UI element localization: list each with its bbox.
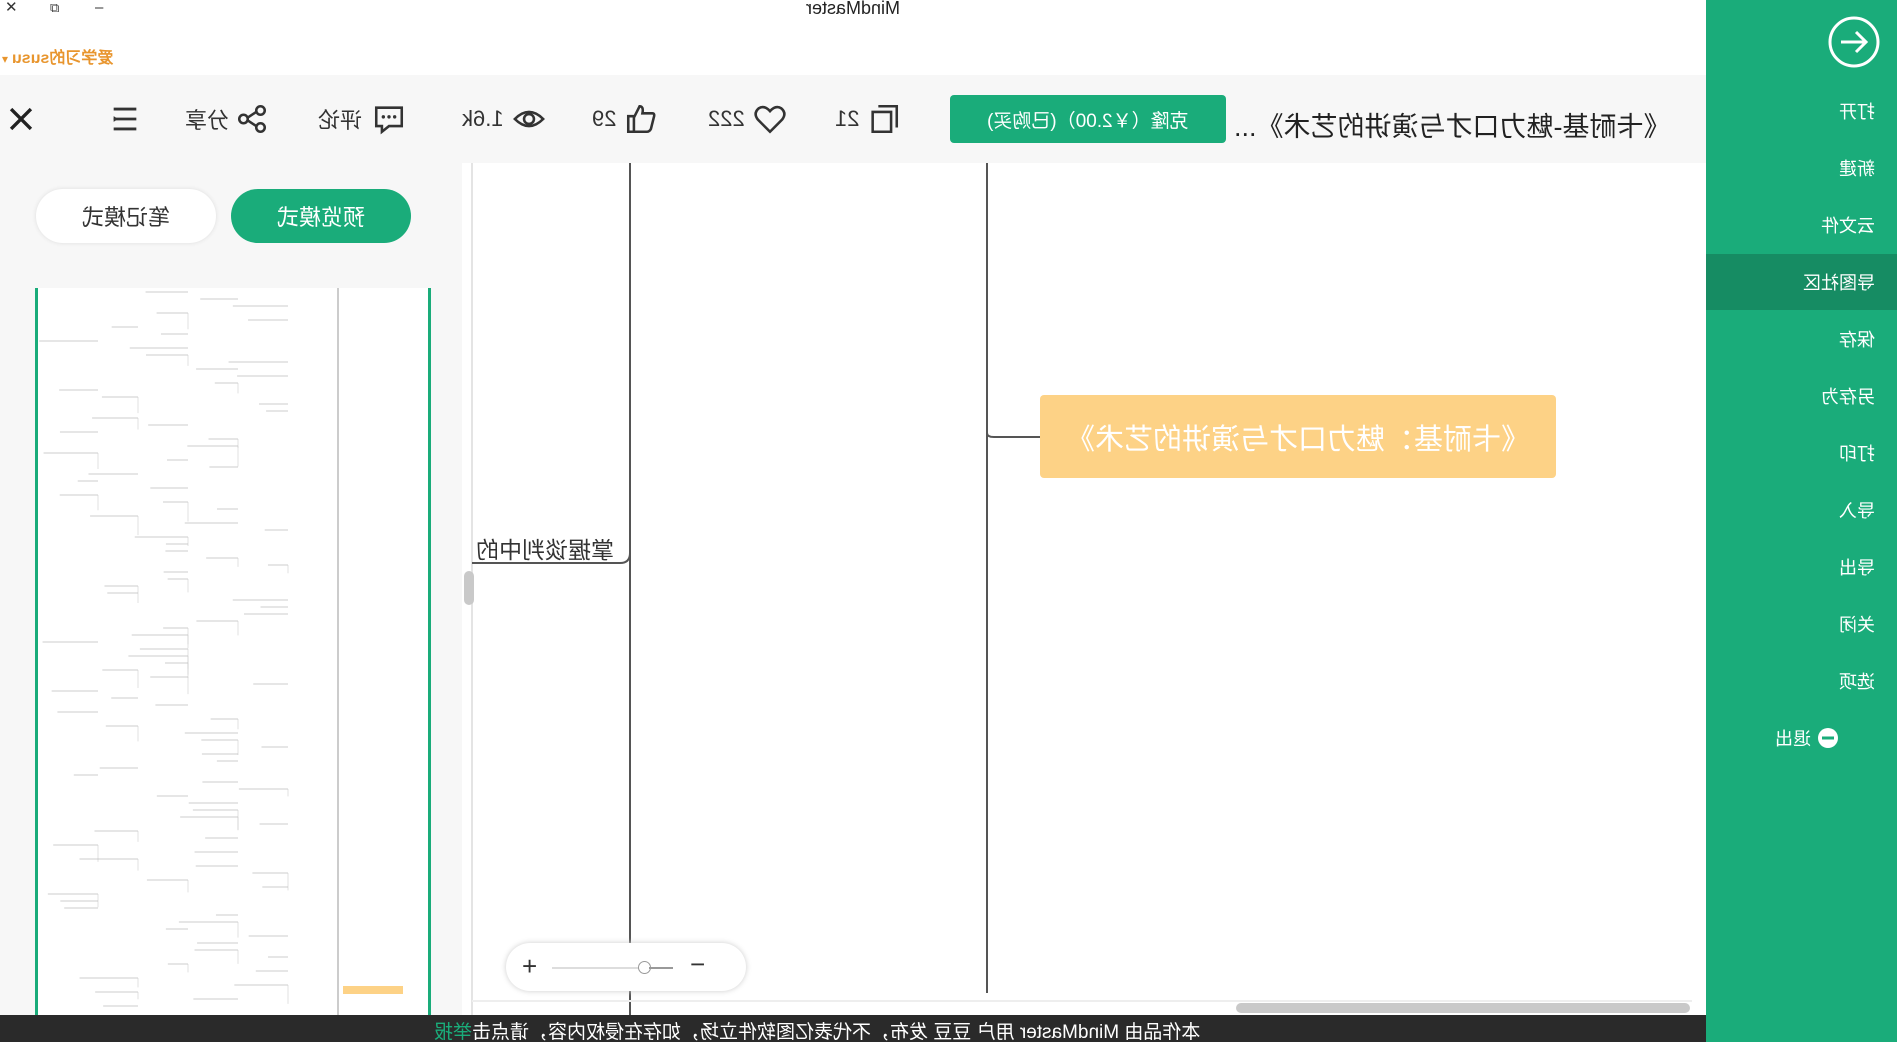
sidebar-item-label: 新建 [1839,159,1875,179]
sidebar-item[interactable]: 新建 [1706,140,1897,196]
share-button[interactable]: 分享 [185,101,269,137]
sidebar-item[interactable]: 云文件 [1706,197,1897,253]
user-menu[interactable]: ▾ 爱学习的susu [2,44,114,68]
footer-notice: 本作品由 MindMaster 用户 豆豆 发布，不代表亿图软件立场，如存在侵权… [0,1015,1706,1042]
share-icon [237,104,267,134]
comment-icon [374,106,404,135]
mindmap-thumbnail-image [39,288,403,1015]
report-link[interactable]: 举报 [434,1022,472,1042]
mindmap-canvas[interactable]: 掌握谈判中的 《卡耐基：魅力口才与演讲的艺术》 + − [462,163,1706,1015]
favorites-count: 222 [708,106,745,131]
thumbs-up-icon [627,104,656,134]
sidebar-item[interactable]: 导出 [1706,539,1897,595]
zoom-in-button[interactable]: + [522,951,537,982]
sidebar-item-label: 打开 [1839,102,1875,122]
note-mode-label: 笔记模式 [81,205,170,230]
sidebar-item[interactable]: 导入 [1706,482,1897,538]
app-title: MindMaster [805,0,901,18]
connector-lines [471,163,1692,1015]
menu-button[interactable] [108,101,142,137]
footer-text: 本作品由 MindMaster 用户 豆豆 发布，不代表亿图软件立场，如存在侵权… [472,1022,1201,1042]
copy-icon [871,104,899,134]
preview-mode-button[interactable]: 预览模式 [231,189,411,243]
share-label: 分享 [185,108,230,133]
views-stat: 1.6k [462,101,546,137]
toolbar: 分享 评论 1.6k 29 222 21 克隆（￥2.00）(已购买) 《卡耐基… [0,75,1706,163]
sidebar-item[interactable]: 另存为 [1706,368,1897,424]
sidebar-item[interactable]: 打开 [1706,83,1897,139]
favorite-button[interactable]: 222 [708,101,787,137]
sidebar-item[interactable]: 保存 [1706,311,1897,367]
close-icon [9,107,33,131]
chevron-down-icon: ▾ [2,52,9,66]
heart-icon [754,105,786,134]
zoom-slider-fill [649,967,673,969]
sidebar: 打开新建云文件导图社区保存另存为打印导入导出关闭选项退出 [1706,0,1897,1042]
sidebar-item-label: 导出 [1839,558,1875,578]
comment-label: 评论 [318,108,363,133]
zoom-out-button[interactable]: − [690,949,705,980]
root-topic-label: 《卡耐基：魅力口才与演讲的艺术》 [1065,423,1530,456]
sidebar-item-label: 保存 [1839,330,1875,350]
menu-icon [113,107,137,131]
copies-count: 21 [835,106,860,131]
arrow-right-circle-icon[interactable] [1827,15,1881,69]
close-panel-button[interactable] [4,101,38,137]
clone-button-label: 克隆（￥2.00）(已购买) [987,110,1189,132]
preview-mode-label: 预览模式 [276,205,365,230]
minus-circle-icon [1818,728,1838,748]
eye-icon [512,110,545,128]
mindmap-thumbnail[interactable] [35,288,431,1015]
sidebar-item-label: 退出 [1775,729,1811,749]
zoom-control: + − [506,943,746,991]
sidebar-item[interactable]: 导图社区 [1706,254,1897,310]
sidebar-item[interactable]: 打印 [1706,425,1897,481]
user-name: 爱学习的susu [12,50,114,67]
horizontal-scrollbar[interactable] [1236,1003,1690,1013]
sidebar-item-label: 云文件 [1821,216,1875,236]
sidebar-item-label: 打印 [1839,444,1875,464]
likes-count: 29 [592,106,617,131]
sidebar-item-label: 选项 [1839,672,1875,692]
views-count: 1.6k [462,106,504,131]
vertical-scrollbar[interactable] [464,571,474,605]
root-topic-node[interactable]: 《卡耐基：魅力口才与演讲的艺术》 [1040,395,1556,478]
sidebar-item-label: 关闭 [1839,615,1875,635]
sidebar-item[interactable]: 关闭 [1706,596,1897,652]
comment-button[interactable]: 评论 [318,101,406,137]
sidebar-item-label: 导入 [1839,501,1875,521]
sidebar-item-label: 导图社区 [1803,273,1875,293]
sidebar-item[interactable]: 退出 [1706,710,1897,766]
sidebar-item-label: 另存为 [1821,387,1875,407]
title-bar: ✕ ⧉ – MindMaster [0,0,1706,20]
like-button[interactable]: 29 [592,101,658,137]
document-title: 《卡耐基-魅力口才与演讲的艺术》... [1233,112,1671,142]
left-panel: 预览模式 笔记模式 [0,163,462,1015]
note-mode-button[interactable]: 笔记模式 [36,189,216,243]
clone-button[interactable]: 克隆（￥2.00）(已购买) [950,95,1226,143]
branch-topic[interactable]: 掌握谈判中的 [476,531,614,565]
copies-stat: 21 [835,101,901,137]
sidebar-item[interactable]: 选项 [1706,653,1897,709]
